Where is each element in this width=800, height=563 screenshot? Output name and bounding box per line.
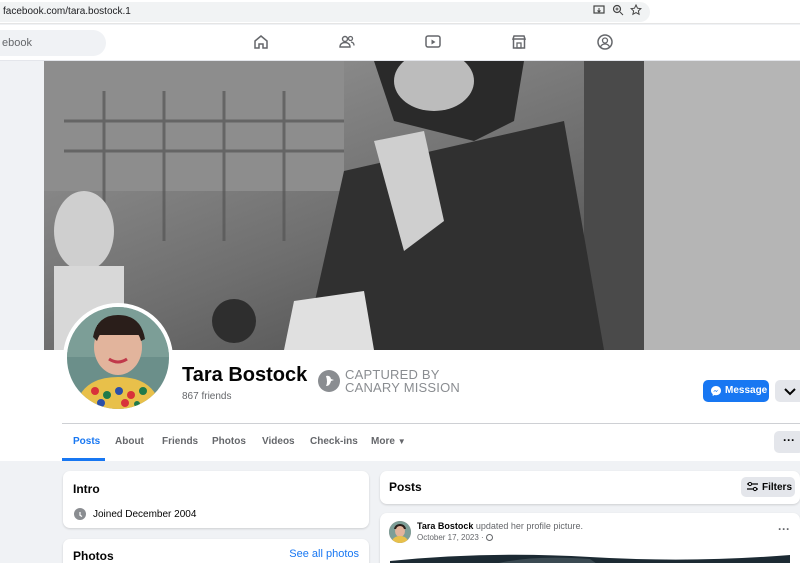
url-text: facebook.com/tara.bostock.1 [3, 6, 131, 17]
tab-check-ins[interactable]: Check-ins [310, 436, 358, 447]
cover-photo-image [44, 61, 800, 350]
posts-title: Posts [389, 480, 422, 494]
globe-icon [485, 534, 493, 542]
filters-button[interactable]: Filters [741, 477, 795, 497]
filters-label: Filters [762, 482, 793, 493]
watermark-text: CAPTURED BY CANARY MISSION [345, 368, 460, 394]
tab-videos[interactable]: Videos [262, 436, 295, 447]
photos-card: Photos See all photos [63, 539, 369, 563]
home-icon[interactable] [252, 33, 270, 51]
tab-friends[interactable]: Friends [162, 436, 198, 447]
cover-photo[interactable] [44, 61, 800, 350]
profile-more-button[interactable]: ··· [774, 431, 800, 453]
facebook-top-nav: ebook [0, 25, 800, 61]
post-author-avatar[interactable] [389, 521, 411, 543]
messenger-icon [711, 386, 721, 396]
canary-bird-icon [318, 370, 340, 392]
zoom-icon[interactable] [612, 4, 624, 16]
profile-picture[interactable] [63, 303, 173, 413]
posts-header-card: Posts [380, 471, 800, 504]
tab-more[interactable]: More ▼ [371, 436, 406, 447]
profile-picture-image [67, 307, 169, 409]
bookmark-star-icon[interactable] [630, 4, 642, 16]
browser-address-bar: facebook.com/tara.bostock.1 [0, 0, 800, 24]
clock-icon [74, 508, 86, 520]
see-all-photos-link[interactable]: See all photos [289, 548, 359, 560]
intro-title: Intro [73, 482, 100, 496]
message-button[interactable]: Message [703, 380, 769, 402]
caret-down-icon: ▼ [397, 437, 406, 446]
more-options-dropdown-button[interactable] [775, 380, 800, 402]
message-label: Message [725, 385, 768, 396]
joined-date: Joined December 2004 [93, 509, 197, 520]
watermark-line2: CANARY MISSION [345, 380, 461, 395]
post-image-preview[interactable] [390, 551, 790, 563]
marketplace-icon[interactable] [510, 33, 528, 51]
post-action-text: updated her profile picture. [475, 521, 583, 531]
url-field[interactable]: facebook.com/tara.bostock.1 [0, 2, 650, 22]
tab-about[interactable]: About [115, 436, 144, 447]
filter-sliders-icon [747, 482, 758, 492]
profile-icon[interactable] [596, 33, 614, 51]
post-author-name[interactable]: Tara Bostock [417, 521, 473, 531]
search-placeholder: ebook [2, 37, 32, 49]
friends-count[interactable]: 867 friends [182, 391, 231, 402]
video-icon[interactable] [424, 33, 442, 51]
intro-card: Intro Joined December 2004 [63, 471, 369, 528]
post-header-line: Tara Bostock updated her profile picture… [417, 521, 583, 531]
post-timestamp[interactable]: October 17, 2023 · [417, 533, 493, 542]
install-app-icon[interactable] [593, 4, 605, 16]
post-card: Tara Bostock updated her profile picture… [380, 513, 800, 563]
friends-icon[interactable] [338, 33, 356, 51]
chevron-down-icon [784, 388, 796, 396]
tab-posts[interactable]: Posts [73, 436, 100, 447]
header-divider [62, 423, 800, 424]
active-tab-indicator [62, 458, 105, 461]
profile-name: Tara Bostock [182, 364, 308, 386]
search-input[interactable]: ebook [0, 30, 106, 56]
post-options-button[interactable]: ··· [778, 522, 790, 536]
photos-title: Photos [73, 549, 114, 563]
tab-photos[interactable]: Photos [212, 436, 246, 447]
post-date: October 17, 2023 · [417, 533, 486, 542]
tab-more-label: More [371, 436, 395, 447]
